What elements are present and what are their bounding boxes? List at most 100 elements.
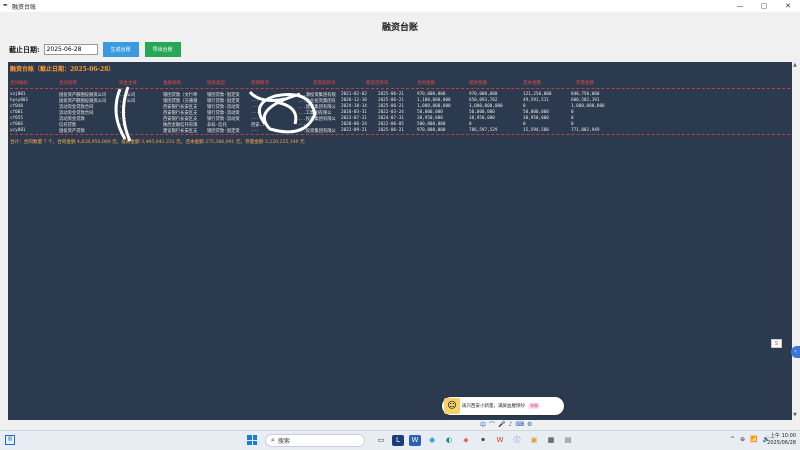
table-cell: 650,093,702	[469, 98, 498, 103]
table-cell: 2025-06-21	[378, 104, 404, 109]
ime-lang-icon[interactable]: 中	[480, 420, 486, 429]
clock-time: 上午 10:00	[770, 433, 796, 439]
generate-ledger-button[interactable]: 生成台账	[102, 42, 139, 57]
col-header: 担保情况	[251, 81, 269, 86]
table-cell: 970,000,000	[417, 92, 446, 97]
table-cell: 0	[523, 122, 526, 127]
word-icon[interactable]: W	[409, 435, 421, 446]
browser-icon[interactable]: ◐	[443, 435, 455, 446]
col-header: 合同金额	[417, 81, 435, 86]
wps-icon[interactable]: W	[494, 435, 506, 446]
notification-toast[interactable]: ☺ 再只西安小新量，满屏血腥惊吵 弹幕 ✕	[442, 394, 564, 415]
task-view-icon[interactable]: ▭	[375, 435, 387, 446]
table-cell: 50,000,000	[523, 110, 549, 115]
table-cell: 2020-06-24	[341, 122, 367, 127]
table-cell: ...	[119, 128, 127, 133]
table-cell: ...	[251, 92, 259, 97]
table-cell: 848,750,000	[571, 92, 600, 97]
table-cell: 786,597,529	[469, 128, 498, 133]
table-cell: 2022-06-05	[378, 122, 404, 127]
table-cell: ...	[251, 116, 259, 121]
maximize-button[interactable]: ▢	[752, 0, 776, 12]
ime-sound-icon[interactable]: ♪	[509, 421, 513, 428]
col-header: 资金主体	[119, 81, 137, 86]
table-cell: 2025-06-21	[378, 92, 404, 97]
table-cell: 970,000,000	[469, 92, 498, 97]
side-collapse-tab[interactable]: ‹	[791, 346, 800, 358]
ime-settings-icon[interactable]: ⚙	[527, 421, 532, 428]
tray-app-icon[interactable]: ⊕	[740, 436, 745, 443]
explorer-icon[interactable]: ▣	[528, 435, 540, 446]
col-header: 合同名称	[59, 81, 77, 86]
table-cell: 2025-06-21	[378, 98, 404, 103]
panel-title: 融资台账（截止日期：2025-06-28）	[10, 66, 115, 73]
scroll-up-arrow[interactable]: ▲	[793, 62, 797, 68]
ime-mic-icon[interactable]: 🎤	[498, 421, 505, 428]
scroll-down-arrow[interactable]: ▼	[793, 412, 797, 418]
widgets-icon[interactable]: ▥	[5, 435, 15, 445]
table-cell: 0	[523, 104, 526, 109]
window-controls: — ▢ ✕	[728, 0, 800, 12]
title-bar: ✒ 融资台账	[0, 0, 800, 12]
table-cell: cf055	[10, 116, 23, 121]
start-button-icon[interactable]	[247, 435, 257, 445]
clock-date: 2025/06/28	[767, 440, 796, 446]
toast-text: 再只西安小新量，满屏血腥惊吵	[462, 404, 525, 409]
table-cell: 38,950,000	[523, 116, 549, 121]
table-cell: cf001	[10, 110, 23, 115]
table-cell: ...	[251, 98, 259, 103]
table-cell: 970,000,000	[417, 128, 446, 133]
table-header: 合同编码 合同名称 资金主体 金融机构 融资类型 担保情况 首笔放款日 最后还款…	[8, 80, 792, 88]
table-cell: 0	[571, 122, 574, 127]
ime-mode-icon[interactable]: ⌒	[489, 420, 495, 429]
terminal-icon[interactable]: ▦	[545, 435, 557, 446]
edge-icon[interactable]: ◉	[426, 435, 438, 446]
table-cell: 1,000,000,000	[571, 104, 605, 109]
table-cell: cf066	[10, 122, 23, 127]
table-cell: 49,591,511	[523, 98, 549, 103]
tray-expand-icon[interactable]: ^	[730, 436, 735, 443]
table-cell: 500,000,000	[417, 122, 446, 127]
table-cell: 0	[571, 110, 574, 115]
taskbar-search[interactable]: ⌕ 搜索	[265, 434, 365, 447]
taskbar-apps: ▭ L W ◉ ◐ ◈ ⚫ W ⓘ ▣ ▦ ▤	[375, 435, 574, 446]
export-ledger-button[interactable]: 导出台账	[144, 42, 181, 57]
ledger-text-panel[interactable]: 融资台账（截止日期：2025-06-28） 合同编码 合同名称 资金主体 金融机…	[8, 62, 792, 420]
table-cell: ...	[251, 128, 259, 133]
table-cell: 771,002,949	[571, 128, 600, 133]
col-header: 金融机构	[163, 81, 181, 86]
table-cell: 0	[571, 116, 574, 121]
cutoff-date-input[interactable]	[43, 44, 98, 55]
table-cell: 121,250,000	[523, 92, 552, 97]
close-button[interactable]: ✕	[776, 0, 800, 12]
chrome-icon[interactable]: ◈	[460, 435, 472, 446]
table-cell: 600,502,191	[571, 98, 600, 103]
table-cell: 2020-12-10	[341, 98, 367, 103]
col-header: 最后还款日	[366, 81, 389, 86]
vertical-scrollbar[interactable]: ▲ ▼	[792, 62, 800, 420]
toolbar: 截止日期: 生成台账 导出台账	[9, 42, 181, 57]
col-header: 合同编码	[10, 81, 28, 86]
system-tray: ^ ⊕ 📶 🔊	[730, 436, 770, 443]
clock[interactable]: 上午 10:00 2025/06/28	[767, 433, 796, 447]
ime-toolbar: 中 ⌒ 🎤 ♪ ⌨ ⚙	[480, 419, 532, 429]
search-placeholder: 搜索	[277, 438, 290, 445]
table-cell: 1,000,000,000	[417, 104, 451, 109]
media-icon[interactable]: ⚫	[477, 435, 489, 446]
page-title: 融资台账	[381, 23, 418, 33]
app-l-icon[interactable]: L	[392, 435, 404, 446]
table-cell: 15,594,580	[523, 128, 549, 133]
document-icon[interactable]: ▤	[562, 435, 574, 446]
side-app-logo[interactable]: S	[771, 339, 782, 348]
toast-avatar: ☺	[444, 398, 460, 414]
toast-close-button[interactable]: ✕	[560, 394, 564, 400]
info-app-icon[interactable]: ⓘ	[511, 435, 523, 446]
minimize-button[interactable]: —	[728, 0, 752, 12]
table-cell: 2022-03-24	[378, 110, 404, 115]
header-divider	[10, 88, 790, 89]
table-cell: 2022-09-21	[341, 128, 367, 133]
table-cell: 50,000,000	[417, 110, 443, 115]
table-cell: ...	[251, 110, 259, 115]
ime-keyboard-icon[interactable]: ⌨	[515, 421, 524, 428]
wifi-icon[interactable]: 📶	[750, 436, 757, 443]
